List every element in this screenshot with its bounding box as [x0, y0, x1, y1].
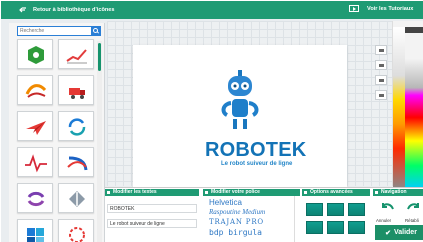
logo-name-text[interactable]: ROBOTEK — [205, 139, 306, 162]
font-list[interactable]: Helvetica Raspoutine Medium TRAJAN PRO b… — [209, 196, 295, 242]
library-tile-plane[interactable] — [17, 111, 53, 141]
options-panel-header: Options avancées — [302, 189, 370, 196]
robot-logo-icon — [221, 70, 259, 129]
delete-tool-button[interactable] — [375, 90, 387, 100]
style-swatch[interactable] — [348, 221, 365, 234]
truck-icon — [69, 88, 85, 99]
tutorials-label: Voir les Tutoriaux — [367, 5, 414, 12]
library-tile-circle[interactable] — [58, 219, 94, 242]
refresh-arrows-icon — [27, 191, 45, 207]
style-swatch[interactable] — [306, 221, 323, 234]
font-panel-title: Modifier votre police — [211, 189, 260, 195]
font-option-trajan[interactable]: TRAJAN PRO — [209, 218, 264, 226]
top-bar: Retour à bibliothèque d'icônes Voir les … — [1, 1, 423, 19]
back-arrow-icon — [19, 6, 26, 12]
color-picker-panel[interactable] — [392, 21, 423, 189]
library-tile-diamond[interactable] — [58, 183, 94, 213]
style-swatch[interactable] — [327, 221, 344, 234]
heartbeat-logo-icon — [25, 154, 47, 173]
tagline-input[interactable]: Le robot suiveur de ligne — [107, 219, 197, 228]
checkmark-icon: ✔ — [385, 229, 391, 237]
globe-swoosh-icon — [67, 156, 88, 171]
style-swatch[interactable] — [306, 203, 323, 216]
font-option-helvetica[interactable]: Helvetica — [209, 198, 242, 207]
library-tile-truck[interactable] — [58, 75, 94, 105]
library-tile-refresh[interactable] — [17, 183, 53, 213]
text-panel-title: Modifier les textes — [113, 189, 157, 195]
style-swatch[interactable] — [348, 203, 365, 216]
library-tile-heartbeat[interactable] — [17, 147, 53, 177]
validate-button[interactable]: ✔ Valider — [375, 225, 423, 240]
puzzle-icon — [27, 228, 44, 242]
icon-library-panel — [9, 23, 105, 242]
redo-icon[interactable] — [406, 201, 422, 211]
text-panel-header: Modifier les textes — [105, 189, 199, 196]
library-tile-hexagon[interactable] — [17, 39, 53, 69]
library-tile-arrows[interactable] — [58, 111, 94, 141]
options-panel-title: Options avancées — [310, 189, 353, 195]
diamond-arrows-icon — [69, 191, 85, 207]
canvas-tools — [375, 45, 389, 105]
video-icon — [349, 5, 359, 12]
save-tool-button[interactable] — [375, 60, 387, 70]
color-spectrum[interactable] — [393, 27, 423, 189]
paper-plane-icon — [26, 121, 46, 135]
tutorials-link[interactable]: Voir les Tutoriaux — [349, 5, 413, 12]
font-panel-header: Modifier votre police — [203, 189, 300, 196]
library-tile-globe[interactable] — [58, 147, 94, 177]
logo-name-input[interactable]: ROBOTEK — [107, 204, 197, 213]
search-box — [17, 26, 101, 36]
hexagon-logo-icon — [28, 46, 44, 64]
undo-icon[interactable] — [379, 201, 395, 211]
library-tile-chart[interactable] — [58, 39, 94, 69]
font-option-raspoutine[interactable]: Raspoutine Medium — [209, 208, 265, 216]
navigation-panel-title: Navigation — [381, 189, 407, 195]
library-tile-swoosh[interactable] — [17, 75, 53, 105]
style-swatch[interactable] — [327, 203, 344, 216]
redo-label: Rétabli — [405, 218, 419, 223]
design-canvas-area[interactable]: ROBOTEK Le robot suiveur de ligne — [107, 21, 394, 187]
navigation-panel-header: Navigation — [373, 189, 423, 196]
back-label: Retour à bibliothèque d'icônes — [33, 7, 115, 13]
circle-dots-icon — [69, 227, 85, 242]
color-picker-header — [405, 27, 423, 33]
validate-label: Valider — [393, 229, 417, 236]
grid-tool-button[interactable] — [375, 75, 387, 85]
bottom-toolbar: Modifier les textes ROBOTEK Le robot sui… — [105, 187, 423, 242]
logo-tagline-text[interactable]: Le robot suiveur de ligne — [221, 161, 292, 167]
circular-arrows-icon — [68, 118, 86, 136]
line-chart-icon — [66, 49, 87, 64]
library-tile-puzzle[interactable] — [17, 219, 53, 242]
undo-label: Annuler — [376, 218, 392, 223]
zoom-tool-button[interactable] — [375, 45, 387, 55]
search-button[interactable] — [91, 27, 100, 35]
font-option-birgula[interactable]: bdp birgula — [209, 228, 262, 237]
back-to-library-button[interactable]: Retour à bibliothèque d'icônes — [19, 6, 115, 14]
swoosh-logo-icon — [25, 84, 47, 98]
logo-canvas[interactable]: ROBOTEK Le robot suiveur de ligne — [133, 45, 347, 187]
library-scroll-thumb[interactable] — [98, 43, 101, 71]
logo-editor: Retour à bibliothèque d'icônes Voir les … — [0, 0, 423, 242]
search-input[interactable] — [18, 27, 90, 35]
library-scrollbar[interactable] — [97, 41, 102, 242]
